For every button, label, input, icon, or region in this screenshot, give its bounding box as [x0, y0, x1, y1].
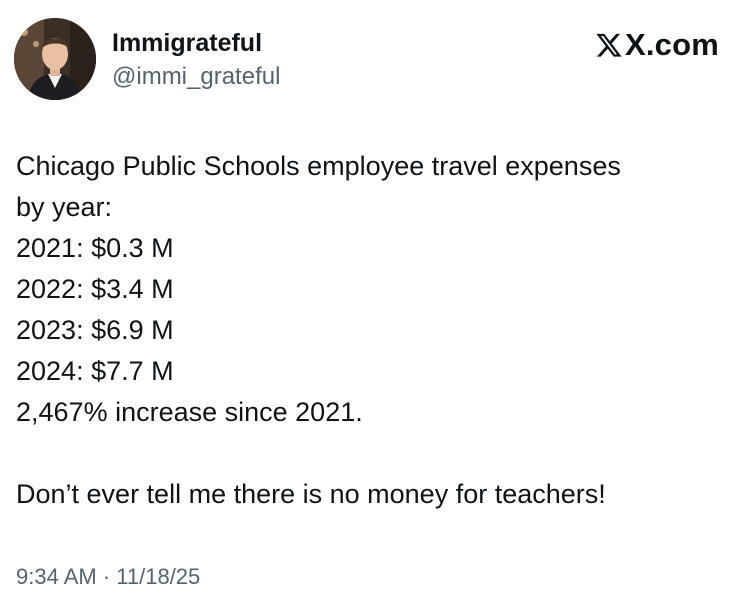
author-display-name[interactable]: Immigrateful [112, 28, 262, 58]
tweet-body: Chicago Public Schools employee travel e… [16, 146, 728, 515]
tweet-card: Immigrateful @immi_grateful X.com Chicag… [0, 0, 743, 601]
tweet-line: 2,467% increase since 2021. [16, 397, 363, 427]
avatar-photo-icon [14, 18, 96, 100]
tweet-line: 2024: $7.7 M [16, 356, 174, 386]
brand-watermark: X.com [595, 28, 719, 62]
tweet-line: Chicago Public Schools employee travel e… [16, 151, 621, 181]
x-logo-icon [596, 33, 622, 57]
avatar[interactable] [14, 18, 96, 100]
tweet-line: 2021: $0.3 M [16, 233, 174, 263]
author-handle[interactable]: @immi_grateful [112, 62, 280, 92]
tweet-line: 2022: $3.4 M [16, 274, 174, 304]
tweet-line: Don’t ever tell me there is no money for… [16, 479, 606, 509]
brand-text: X.com [624, 27, 719, 62]
tweet-timestamp[interactable]: 9:34 AM · 11/18/25 [16, 562, 200, 592]
tweet-line: 2023: $6.9 M [16, 315, 174, 345]
tweet-line: by year: [16, 192, 113, 222]
